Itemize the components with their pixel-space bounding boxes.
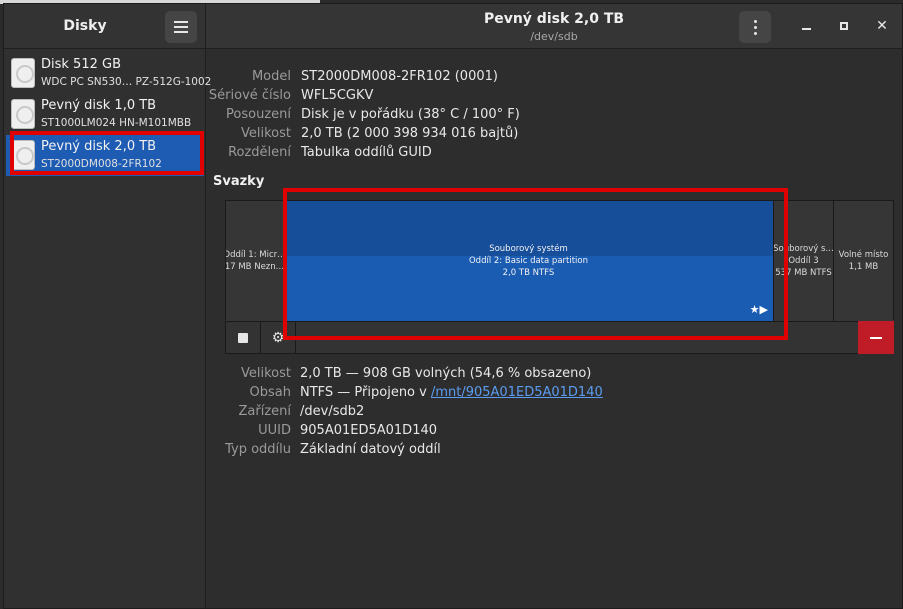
volume-size-label: Velikost — [241, 366, 291, 381]
partition-1-text: Oddíl 1: Micr… 17 MB Nezn… — [226, 249, 284, 273]
device-value: /dev/sdb2 — [300, 404, 365, 419]
partition-line: Oddíl 1: Micr… — [226, 250, 284, 260]
disk-model: ST1000LM024 HN-M101MBB — [41, 117, 192, 129]
disk-list-item-1[interactable]: Pevný disk 1,0 TB ST1000LM024 HN-M101MBB — [6, 94, 204, 135]
uuid-label: UUID — [258, 423, 291, 438]
hard-disk-icon — [11, 58, 35, 88]
drive-size-value: 2,0 TB (2 000 398 934 016 bajtů) — [301, 126, 519, 141]
assessment-value: Disk je v pořádku (38° C / 100° F) — [301, 107, 520, 122]
model-label: Model — [251, 69, 291, 84]
main-menu-button[interactable] — [165, 11, 197, 43]
serial-value: WFL5CGKV — [301, 88, 374, 103]
assessment-label: Posouzení — [226, 107, 291, 122]
free-space-text: Volné místo 1,1 MB — [839, 249, 889, 273]
disk-model: WDC PC SN530… PZ-512G-1002 — [41, 76, 212, 88]
partition-line: 17 MB Nezn… — [226, 262, 284, 272]
maximize-icon — [840, 22, 848, 30]
minimize-button[interactable] — [798, 18, 814, 34]
close-icon: ✕ — [876, 18, 888, 34]
highlight-annotation-disk — [10, 131, 204, 175]
hard-disk-icon — [11, 99, 35, 129]
free-space[interactable]: Volné místo 1,1 MB — [834, 201, 893, 321]
disk-list-item-0[interactable]: Disk 512 GB WDC PC SN530… PZ-512G-1002 — [6, 53, 211, 94]
close-button[interactable]: ✕ — [874, 18, 890, 34]
drive-details: Model ST2000DM008-2FR102 (0001) Sériové … — [206, 49, 902, 608]
partitioning-label: Rozdělení — [228, 145, 291, 160]
disk-name: Disk 512 GB — [41, 57, 121, 72]
stop-icon — [238, 332, 248, 343]
device-label: Zařízení — [238, 404, 291, 419]
delete-partition-button[interactable] — [858, 321, 894, 354]
disks-window: Disky Pevný disk 2,0 TB /dev/sdb ✕ Disk … — [3, 3, 903, 609]
hamburger-icon-line — [174, 31, 188, 33]
unmount-button[interactable] — [226, 322, 261, 353]
hamburger-icon — [174, 21, 188, 23]
kebab-menu-icon — [754, 20, 757, 23]
hamburger-icon-line — [174, 26, 188, 28]
kebab-menu-icon-dot — [754, 26, 757, 29]
kebab-menu-icon-dot — [754, 32, 757, 35]
volume-size-value: 2,0 TB — 908 GB volných (54,6 % obsazeno… — [300, 366, 592, 381]
drive-size-label: Velikost — [241, 126, 291, 141]
partition-type-value: Základní datový oddíl — [300, 442, 441, 457]
serial-label: Sériové číslo — [208, 88, 291, 103]
partition-type-label: Typ oddílu — [225, 442, 291, 457]
maximize-button[interactable] — [836, 18, 852, 34]
content-value: NTFS — Připojeno v /mnt/905A01ED5A01D140 — [300, 385, 603, 400]
content-prefix: NTFS — Připojeno v — [300, 385, 431, 400]
partitioning-value: Tabulka oddílů GUID — [301, 145, 432, 160]
minus-icon — [870, 336, 882, 339]
drive-menu-button[interactable] — [739, 11, 771, 43]
content-label: Obsah — [249, 385, 291, 400]
minimize-icon — [801, 28, 811, 30]
main-headerbar: Pevný disk 2,0 TB /dev/sdb ✕ — [206, 4, 902, 49]
model-value: ST2000DM008-2FR102 (0001) — [301, 69, 498, 84]
mount-point-link[interactable]: /mnt/905A01ED5A01D140 — [431, 385, 603, 400]
partition-1[interactable]: Oddíl 1: Micr… 17 MB Nezn… — [226, 201, 284, 321]
disk-name: Pevný disk 1,0 TB — [41, 98, 157, 113]
highlight-annotation-partition — [283, 188, 788, 340]
sidebar-headerbar: Disky — [4, 4, 206, 49]
volumes-title: Svazky — [213, 174, 265, 189]
partition-line: 1,1 MB — [848, 262, 879, 272]
partition-line: Volné místo — [838, 250, 889, 260]
uuid-value: 905A01ED5A01D140 — [300, 423, 438, 438]
